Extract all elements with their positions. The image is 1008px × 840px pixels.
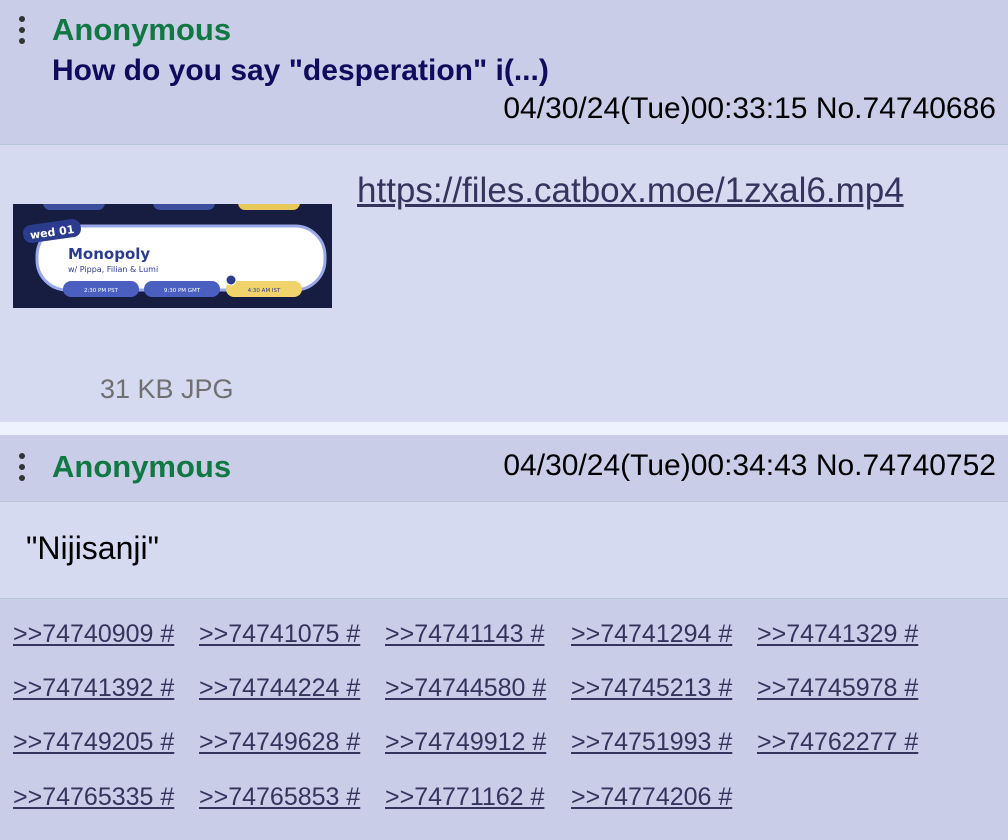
poster-name: Anonymous [52,449,232,484]
post-date: 04/30/24(Tue)00:34:43 [503,449,808,482]
reply-link[interactable]: >>74744224 # [199,674,360,703]
thumbnail-subtitle: w/ Pippa, Filian & Lumi [68,265,158,274]
post-datetime: 04/30/24(Tue)00:33:15 No.74740686 [503,92,996,126]
reply-link[interactable]: >>74771162 # [385,783,544,812]
post-menu-icon[interactable] [15,16,29,49]
reply-link[interactable]: >>74765853 # [199,783,360,812]
reply-link[interactable]: >>74741329 # [757,620,918,649]
reply-link[interactable]: >>74741294 # [571,620,732,649]
poster-name: Anonymous [52,12,232,47]
reply-link[interactable]: >>74774206 # [571,783,732,812]
post-number[interactable]: No.74740752 [816,449,996,482]
post-74740752: Anonymous 04/30/24(Tue)00:34:43 No.74740… [0,435,1008,840]
reply-link[interactable]: >>74745978 # [757,674,918,703]
reply-link[interactable]: >>74749205 # [13,728,174,757]
reply-link[interactable]: >>74744580 # [385,674,546,703]
reply-link[interactable]: >>74749912 # [385,728,546,757]
post-datetime: 04/30/24(Tue)00:34:43 No.74740752 [503,449,996,483]
thumbnail-time-3: 4:30 AM IST [248,288,281,294]
post-subject: How do you say "desperation" i(...) [52,54,549,87]
reply-link[interactable]: >>74749628 # [199,728,360,757]
reply-link[interactable]: >>74762277 # [757,728,918,757]
thumbnail-time-2: 9:30 PM GMT [164,288,201,294]
reply-link[interactable]: >>74741392 # [13,674,174,703]
reply-link[interactable]: >>74740909 # [13,620,174,649]
reply-link[interactable]: >>74741143 # [385,620,544,649]
reply-link[interactable]: >>74751993 # [571,728,732,757]
thumbnail-title: Monopoly [68,245,150,263]
post-74740686: Anonymous How do you say "desperation" i… [0,0,1008,422]
thumbnail-time-1: 2:30 PM PST [84,288,119,294]
post-header: Anonymous 04/30/24(Tue)00:34:43 No.74740… [0,435,1008,502]
post-comment: "Nijisanji" [26,530,159,566]
post-header: Anonymous How do you say "desperation" i… [0,0,1008,145]
reply-link[interactable]: >>74745213 # [571,674,732,703]
file-thumbnail[interactable]: wed 01 Monopoly w/ Pippa, Filian & Lumi … [13,204,332,308]
file-info: 31 KB JPG [100,374,234,404]
post-number[interactable]: No.74740686 [816,92,996,125]
post-date: 04/30/24(Tue)00:33:15 [503,92,808,125]
reply-link[interactable]: >>74765335 # [13,783,174,812]
file-link[interactable]: https://files.catbox.moe/1zxal6.mp4 [357,171,904,211]
post-menu-icon[interactable] [15,453,29,486]
reply-link[interactable]: >>74741075 # [199,620,360,649]
replies-bar: >>74740909 # >>74741075 # >>74741143 # >… [0,598,1008,840]
